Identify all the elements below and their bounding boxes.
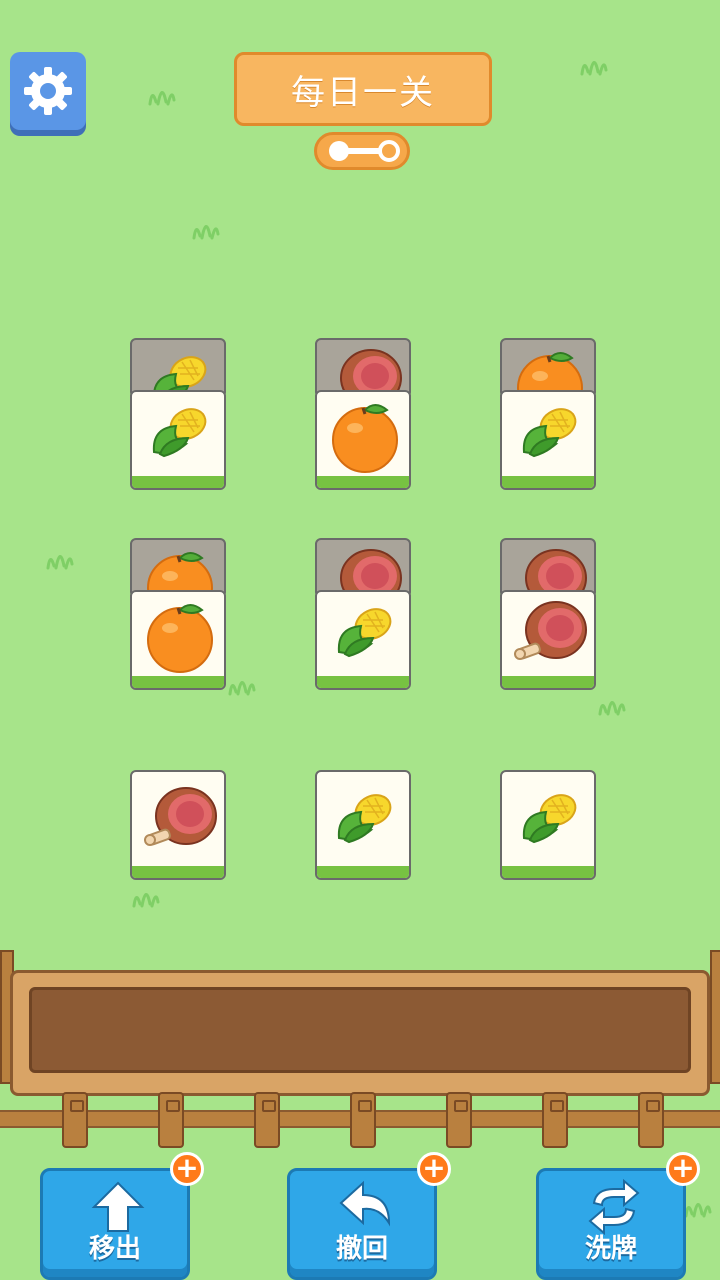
tile-orange[interactable]	[315, 390, 411, 490]
grass-decoration	[598, 701, 626, 716]
tile-back	[500, 338, 596, 398]
tile-ham[interactable]	[500, 590, 596, 690]
undo-icon	[339, 1180, 391, 1227]
grass-decoration	[580, 61, 608, 76]
undo-plus-badge[interactable]: +	[417, 1152, 451, 1186]
tile-back	[130, 538, 226, 598]
tray-slots	[29, 987, 691, 1073]
gear-icon	[24, 67, 72, 115]
fence-post	[350, 1092, 376, 1148]
tile-corn[interactable]	[130, 390, 226, 490]
fence-post	[254, 1092, 280, 1148]
level-progress-indicator	[314, 132, 410, 170]
shuffle-icon	[588, 1179, 640, 1235]
tile-back	[315, 338, 411, 398]
remove-plus-badge[interactable]: +	[170, 1152, 204, 1186]
undo-button[interactable]: 撤回	[287, 1168, 437, 1280]
remove-button[interactable]: 移出	[40, 1168, 190, 1280]
tile-corn[interactable]	[500, 770, 596, 880]
settings-button[interactable]	[10, 52, 86, 130]
shuffle-button-label: 洗牌	[584, 1234, 637, 1264]
arrow-up-icon	[91, 1181, 145, 1232]
grass-decoration	[228, 681, 256, 696]
grass-decoration	[192, 225, 220, 240]
fence-post	[446, 1092, 472, 1148]
tile-back	[130, 338, 226, 398]
grass-decoration	[684, 1203, 712, 1218]
tile-back	[500, 538, 596, 598]
level-title: 每日一关	[234, 52, 492, 126]
grass-decoration	[148, 91, 176, 106]
undo-button-label: 撤回	[335, 1234, 388, 1264]
shuffle-button[interactable]: 洗牌	[536, 1168, 686, 1280]
fence-post	[638, 1092, 664, 1148]
tile-orange[interactable]	[130, 590, 226, 690]
tile-ham[interactable]	[130, 770, 226, 880]
grass-decoration	[46, 555, 74, 570]
fence-post	[62, 1092, 88, 1148]
fence-post	[158, 1092, 184, 1148]
tile-corn[interactable]	[500, 390, 596, 490]
tile-back	[315, 538, 411, 598]
fence-post	[542, 1092, 568, 1148]
collection-tray	[10, 970, 710, 1096]
tile-corn[interactable]	[315, 590, 411, 690]
remove-button-label: 移出	[88, 1234, 141, 1264]
shuffle-plus-badge[interactable]: +	[666, 1152, 700, 1186]
tile-corn[interactable]	[315, 770, 411, 880]
grass-decoration	[132, 893, 160, 908]
fence-post	[710, 950, 720, 1084]
